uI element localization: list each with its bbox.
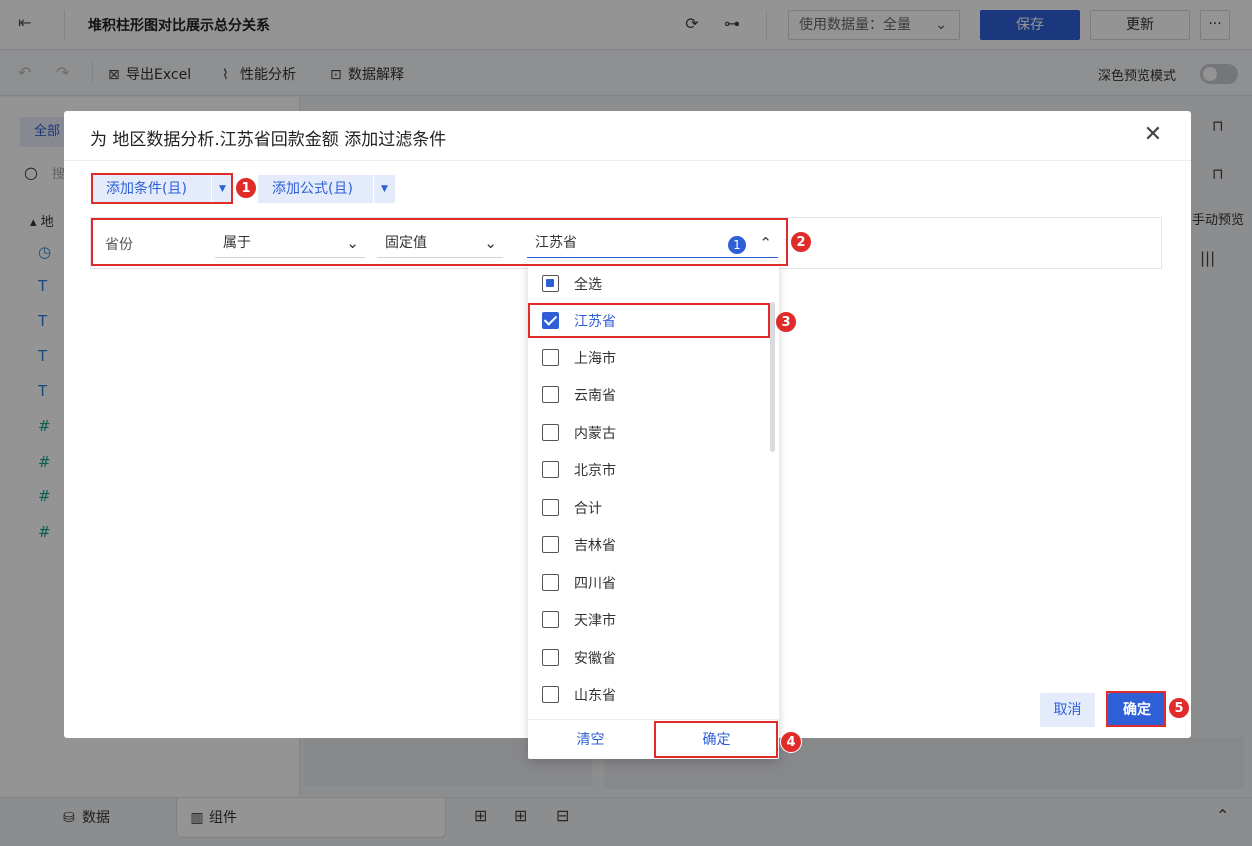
option-select-all[interactable]: 全选 <box>528 265 773 301</box>
annotation-box <box>528 303 770 338</box>
annotation-box <box>91 218 788 266</box>
dialog-header: 为 地区数据分析.江苏省回款金额 添加过滤条件 ✕ <box>64 111 1191 161</box>
annotation-marker: 5 <box>1168 697 1190 719</box>
checkbox[interactable] <box>542 424 559 441</box>
caret-down-icon[interactable]: ▼ <box>373 175 395 203</box>
list-item[interactable]: 天津市 <box>528 601 773 637</box>
annotation-box <box>1106 691 1166 727</box>
option-label: 北京市 <box>574 463 616 479</box>
checkbox[interactable] <box>542 611 559 628</box>
annotation-marker: 3 <box>775 311 797 333</box>
option-label: 吉林省 <box>574 538 616 554</box>
annotation-marker: 1 <box>235 177 257 199</box>
checkbox[interactable] <box>542 499 559 516</box>
list-item[interactable]: 北京市 <box>528 451 773 487</box>
option-label: 天津市 <box>574 613 616 629</box>
option-label: 上海市 <box>574 351 616 367</box>
annotation-marker: 4 <box>780 731 802 753</box>
scrollbar[interactable] <box>770 302 775 452</box>
checkbox[interactable] <box>542 275 559 292</box>
list-item[interactable]: 安徽省 <box>528 639 773 675</box>
option-label: 山东省 <box>574 688 616 704</box>
checkbox[interactable] <box>542 461 559 478</box>
option-label: 全选 <box>574 277 602 293</box>
list-item[interactable]: 内蒙古 <box>528 414 773 450</box>
cancel-button[interactable]: 取消 <box>1040 693 1095 727</box>
clear-button[interactable]: 清空 <box>528 720 653 760</box>
close-icon[interactable]: ✕ <box>1141 122 1165 147</box>
list-item[interactable]: 合计 <box>528 489 773 525</box>
checkbox[interactable] <box>542 649 559 666</box>
checkbox[interactable] <box>542 536 559 553</box>
list-item[interactable]: 四川省 <box>528 564 773 600</box>
option-label: 内蒙古 <box>574 426 616 442</box>
option-label: 云南省 <box>574 388 616 404</box>
add-formula-button[interactable]: 添加公式(且) ▼ <box>258 175 395 203</box>
annotation-box <box>654 721 778 758</box>
checkbox[interactable] <box>542 574 559 591</box>
option-label: 合计 <box>574 501 602 517</box>
checkbox[interactable] <box>542 686 559 703</box>
list-item[interactable]: 吉林省 <box>528 526 773 562</box>
add-formula-label: 添加公式(且) <box>272 181 353 197</box>
option-label: 安徽省 <box>574 651 616 667</box>
checkbox[interactable] <box>542 349 559 366</box>
list-item[interactable]: 上海市 <box>528 339 773 375</box>
option-label: 四川省 <box>574 576 616 592</box>
annotation-box <box>91 173 233 204</box>
list-item[interactable]: 山东省 <box>528 676 773 712</box>
dialog-title: 为 地区数据分析.江苏省回款金额 添加过滤条件 <box>90 130 447 150</box>
list-item[interactable]: 云南省 <box>528 376 773 412</box>
checkbox[interactable] <box>542 386 559 403</box>
annotation-marker: 2 <box>790 231 812 253</box>
